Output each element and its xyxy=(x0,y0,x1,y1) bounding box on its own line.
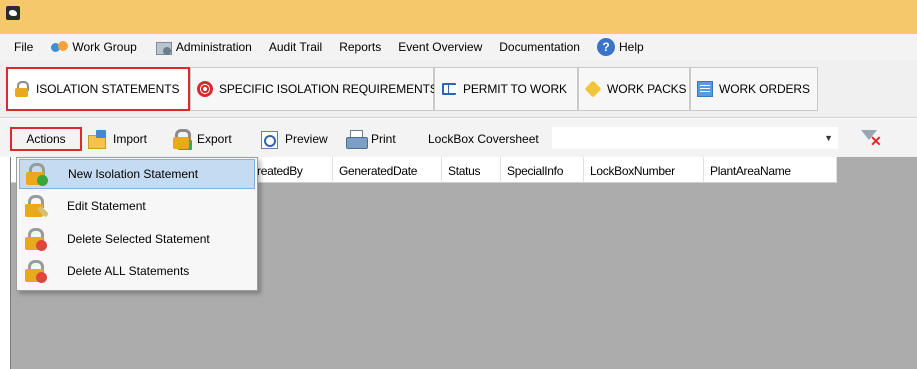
administration-icon xyxy=(154,38,172,56)
menu-item-label: New Isolation Statement xyxy=(68,167,199,181)
menu-event-overview-label: Event Overview xyxy=(398,40,483,54)
lockbox-coversheet-text: LockBox Coversheet xyxy=(428,132,539,146)
tab-label: WORK ORDERS xyxy=(719,82,810,96)
menu-work-group-label: Work Group xyxy=(72,40,137,54)
clear-filter-icon[interactable]: ✕ xyxy=(860,128,882,148)
lockbox-coversheet-label: LockBox Coversheet xyxy=(428,128,539,150)
menu-help-label: Help xyxy=(618,40,644,54)
print-label: Print xyxy=(371,132,396,146)
lockbox-coversheet-select[interactable]: ▼ xyxy=(552,127,838,149)
menu-help[interactable]: ? Help xyxy=(596,35,644,59)
lock-delete-icon xyxy=(23,227,47,251)
column-header[interactable]: reatedBy xyxy=(251,157,333,183)
lock-delete-icon xyxy=(23,259,47,283)
export-label: Export xyxy=(197,132,232,146)
toolbar: Actions Import Export Preview Print Lock… xyxy=(0,119,917,157)
menu-documentation-label: Documentation xyxy=(499,40,580,54)
preview-icon xyxy=(260,129,280,149)
actions-button-label: Actions xyxy=(26,132,66,146)
print-button[interactable]: Print xyxy=(346,128,396,150)
column-header[interactable]: SpecialInfo xyxy=(501,157,584,183)
printer-icon xyxy=(346,129,368,149)
lock-add-icon xyxy=(24,162,48,186)
tab-permit-to-work[interactable]: PERMIT TO WORK xyxy=(434,67,578,111)
menu-item-label: Delete Selected Statement xyxy=(67,232,210,246)
menu-documentation[interactable]: Documentation xyxy=(499,35,580,59)
lock-icon xyxy=(14,81,30,97)
work-group-icon xyxy=(50,38,69,56)
import-icon xyxy=(88,129,108,149)
orders-icon xyxy=(697,81,713,97)
preview-button[interactable]: Preview xyxy=(260,128,328,150)
tab-work-packs[interactable]: WORK PACKS xyxy=(578,67,690,111)
menu-event-overview[interactable]: Event Overview xyxy=(398,35,482,59)
tab-label: SPECIFIC ISOLATION REQUIREMENTS xyxy=(219,82,438,96)
tab-label: PERMIT TO WORK xyxy=(463,82,567,96)
lock-edit-icon xyxy=(23,194,50,218)
book-icon xyxy=(441,81,458,97)
package-icon xyxy=(585,81,601,97)
menu-item-delete-selected-statement[interactable]: Delete Selected Statement xyxy=(19,224,255,254)
help-icon: ? xyxy=(596,38,615,56)
preview-label: Preview xyxy=(285,132,328,146)
tab-label: WORK PACKS xyxy=(607,82,687,96)
menu-item-edit-statement[interactable]: Edit Statement xyxy=(19,191,255,221)
column-header[interactable]: Status xyxy=(442,157,501,183)
menu-file-label: File xyxy=(14,40,34,54)
menu-reports-label: Reports xyxy=(339,40,382,54)
tab-work-orders[interactable]: WORK ORDERS xyxy=(690,67,818,111)
column-header[interactable]: PlantAreaName xyxy=(704,157,837,183)
menu-bar: File Work Group Administration Audit Tra… xyxy=(0,34,917,60)
menu-audit-trail[interactable]: Audit Trail xyxy=(269,35,322,59)
column-header[interactable]: LockBoxNumber xyxy=(584,157,704,183)
menu-item-delete-all-statements[interactable]: Delete ALL Statements xyxy=(19,256,255,286)
tab-isolation-statements[interactable]: ISOLATION STATEMENTS xyxy=(6,67,190,111)
menu-audit-trail-label: Audit Trail xyxy=(268,40,323,54)
module-tabs: ISOLATION STATEMENTS SPECIFIC ISOLATION … xyxy=(0,60,917,118)
menu-item-label: Delete ALL Statements xyxy=(67,264,190,278)
title-bar xyxy=(0,0,917,34)
target-icon xyxy=(197,81,213,97)
tab-label: ISOLATION STATEMENTS xyxy=(36,82,180,96)
menu-reports[interactable]: Reports xyxy=(339,35,381,59)
chevron-down-icon: ▼ xyxy=(824,133,833,143)
menu-administration-label: Administration xyxy=(175,40,252,54)
export-icon xyxy=(172,129,192,149)
column-header[interactable]: GeneratedDate xyxy=(333,157,442,183)
menu-work-group[interactable]: Work Group xyxy=(50,35,137,59)
import-button[interactable]: Import xyxy=(88,128,147,150)
menu-item-new-isolation-statement[interactable]: New Isolation Statement xyxy=(19,159,255,189)
menu-item-label: Edit Statement xyxy=(67,199,146,213)
menu-file[interactable]: File xyxy=(14,35,33,59)
actions-dropdown-menu: New Isolation Statement Edit Statement D… xyxy=(16,157,258,291)
app-logo-icon xyxy=(6,6,20,20)
export-button[interactable]: Export xyxy=(172,128,232,150)
tab-specific-isolation-requirements[interactable]: SPECIFIC ISOLATION REQUIREMENTS xyxy=(190,67,438,111)
menu-administration[interactable]: Administration xyxy=(154,35,252,59)
import-label: Import xyxy=(113,132,148,146)
actions-button[interactable]: Actions xyxy=(10,127,82,151)
